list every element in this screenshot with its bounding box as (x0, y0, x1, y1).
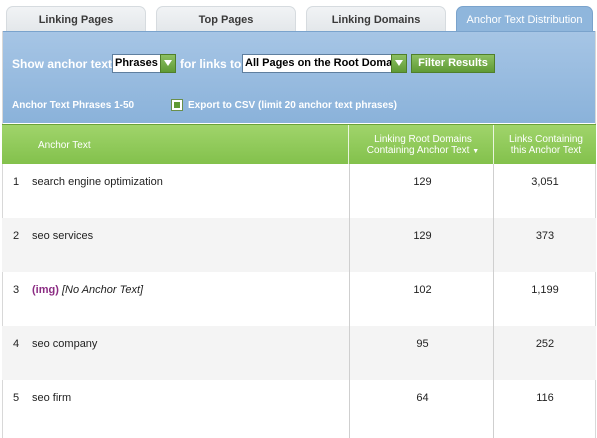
row-number: 4 (13, 338, 20, 350)
column-header-anchor-text: Anchor Text (38, 140, 91, 151)
row-number: 2 (13, 230, 20, 242)
column-divider (349, 164, 350, 438)
root-domains-count: 95 (416, 338, 429, 350)
root-domains-count: 129 (413, 176, 432, 188)
table-row[interactable]: 5 seo firm 64 116 (2, 380, 596, 434)
tab-linking-domains[interactable]: Linking Domains (306, 6, 446, 32)
anchor-text: (img) [No Anchor Text] (32, 284, 143, 296)
header-line: Containing Anchor Text ▼ (354, 145, 492, 157)
row-number: 1 (13, 176, 20, 188)
image-tag: (img) (32, 284, 59, 296)
table-header: Anchor Text Linking Root Domains Contain… (2, 124, 596, 165)
anchor-text: search engine optimization (32, 176, 163, 188)
table-row[interactable]: 3 (img) [No Anchor Text] 102 1,199 (2, 272, 596, 326)
header-line-text: Containing Anchor Text (366, 145, 470, 156)
links-count: 3,051 (531, 176, 559, 188)
root-domains-count: 129 (413, 230, 432, 242)
links-count: 373 (535, 230, 555, 242)
table-row[interactable]: 2 seo services 129 373 (2, 218, 596, 272)
anchor-type-value: Phrases (115, 57, 158, 69)
show-anchor-text-label: Show anchor text (12, 57, 113, 71)
column-header-root-domains[interactable]: Linking Root Domains Containing Anchor T… (354, 134, 492, 157)
table-row[interactable]: 1 search engine optimization 129 3,051 (2, 164, 596, 218)
export-csv-link[interactable]: Export to CSV (limit 20 anchor text phra… (188, 100, 397, 111)
root-domains-count: 102 (413, 284, 432, 296)
tab-linking-pages[interactable]: Linking Pages (6, 6, 146, 32)
for-links-label: for links to (180, 57, 242, 71)
tab-bar: Linking Pages Top Pages Linking Domains … (0, 0, 597, 32)
filter-results-button[interactable]: Filter Results (411, 54, 495, 73)
chevron-down-icon[interactable] (391, 54, 407, 73)
anchor-text: seo company (32, 338, 98, 350)
header-divider (348, 125, 349, 165)
table-body: 1 search engine optimization 129 3,051 2… (2, 164, 596, 434)
header-line: this Anchor Text (510, 145, 582, 156)
root-domains-count: 64 (416, 392, 429, 404)
column-header-links-containing[interactable]: Links Containing this Anchor Text (498, 134, 594, 156)
links-count: 252 (535, 338, 555, 350)
tab-top-pages[interactable]: Top Pages (156, 6, 296, 32)
target-pages-value: All Pages on the Root Domain (245, 57, 391, 69)
filter-panel: Show anchor text Phrases for links to Al… (2, 31, 596, 123)
sort-descending-icon: ▼ (472, 148, 480, 155)
header-line: Linking Root Domains (374, 134, 472, 145)
phrase-range-label: Anchor Text Phrases 1-50 (12, 100, 135, 111)
tab-anchor-text-distribution[interactable]: Anchor Text Distribution (456, 6, 593, 32)
table-row[interactable]: 4 seo company 95 252 (2, 326, 596, 380)
target-pages-select[interactable]: All Pages on the Root Domain (242, 54, 407, 73)
links-count: 1,199 (531, 284, 559, 296)
row-number: 5 (13, 392, 20, 404)
header-divider (493, 125, 494, 165)
column-divider (493, 164, 494, 438)
links-count: 116 (536, 392, 554, 404)
no-anchor-text: [No Anchor Text] (61, 284, 144, 296)
row-number: 3 (13, 284, 20, 296)
anchor-text: seo firm (32, 392, 72, 404)
anchor-text: seo services (32, 230, 94, 242)
chevron-down-icon[interactable] (160, 54, 176, 73)
anchor-type-select[interactable]: Phrases (112, 54, 176, 73)
spreadsheet-icon[interactable] (171, 99, 183, 111)
header-line: Links Containing (509, 134, 583, 145)
